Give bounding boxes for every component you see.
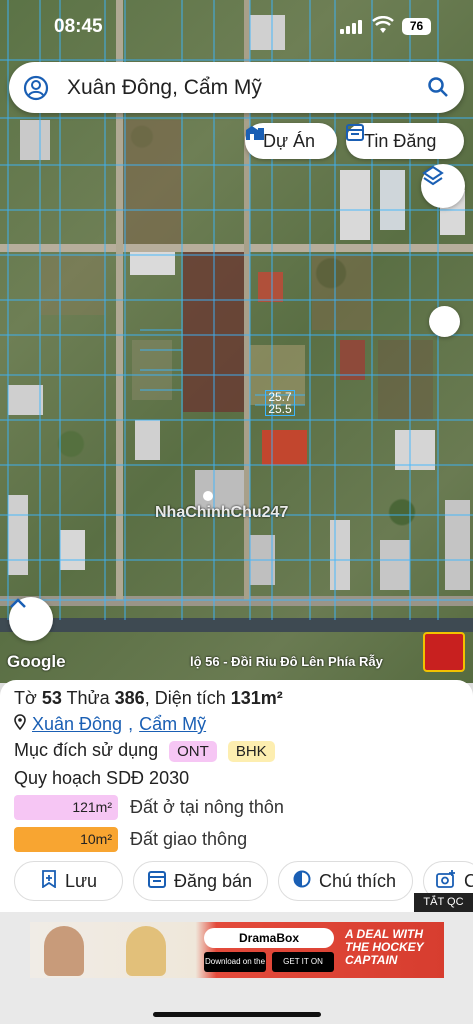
agency-logo[interactable]	[423, 632, 465, 672]
parcel-dimensions: 25.7 25.5	[265, 390, 295, 416]
projects-chip[interactable]: Dự Án	[245, 123, 337, 159]
planning-area-bar: 10m²	[14, 827, 118, 852]
ad-actress-image	[126, 926, 166, 976]
legend-button[interactable]: Chú thích	[278, 861, 413, 901]
dimension-bottom: 25.5	[268, 402, 292, 416]
listings-label: Tin Đăng	[364, 130, 437, 151]
parcel-info-panel: Tờ 53 Thửa 386, Diện tích 131m² Xuân Đôn…	[0, 680, 473, 912]
listings-chip[interactable]: Tin Đăng	[346, 123, 464, 159]
sheet-number: 53	[41, 688, 62, 708]
ad-actor-image	[44, 926, 84, 976]
planning-label: Đất giao thông	[130, 829, 248, 849]
close-ad-button[interactable]: TẮT QC	[414, 893, 473, 912]
land-use-tag-ont: ONT	[169, 741, 217, 762]
road-label: lộ 56 - Đồi Riu Đô Lên Phía Rẫy	[190, 654, 383, 669]
ad-brand: DramaBox	[204, 928, 334, 948]
sheet-label: Tờ	[14, 688, 37, 708]
ad-area: DramaBox Download on the App Store GET I…	[0, 912, 473, 1024]
status-bar: 08:45 76	[0, 0, 473, 56]
planning-heading: Quy hoạch SDĐ 2030	[14, 768, 190, 788]
plot-label: Thửa	[66, 688, 110, 708]
status-time: 08:45	[54, 16, 103, 37]
map-handle-button[interactable]	[429, 306, 460, 337]
land-use-row: Mục đích sử dụng ONT BHK	[14, 740, 275, 762]
google-play-badge[interactable]: GET IT ON Google Play	[272, 952, 334, 978]
location-separator: ,	[128, 714, 134, 734]
ad-banner[interactable]: DramaBox Download on the App Store GET I…	[30, 922, 444, 978]
district-link[interactable]: Cẩm Mỹ	[139, 714, 206, 735]
battery-icon: 76	[402, 18, 431, 35]
expand-panel-button[interactable]	[9, 597, 53, 641]
app-store-badge[interactable]: Download on the App Store	[204, 952, 266, 978]
watermark: NhaChinhChu247	[155, 504, 289, 521]
google-attribution: Google	[7, 652, 66, 671]
satellite-map[interactable]: 08:45 76 Xuân Đông, Cẩm Mỹ Dự Án Tin Đăn…	[0, 0, 473, 683]
parcel-location: Xuân Đông, Cẩm Mỹ	[14, 714, 206, 735]
commune-link[interactable]: Xuân Đông	[32, 714, 122, 735]
projects-label: Dự Án	[263, 130, 316, 151]
planning-row: 10m² Đất giao thông	[14, 827, 247, 852]
search-query[interactable]: Xuân Đông, Cẩm Mỹ	[67, 76, 262, 100]
calendar-icon	[148, 870, 166, 893]
parcel-title: Tờ 53 Thửa 386, Diện tích 131m²	[14, 688, 283, 709]
planning-row: 121m² Đất ở tại nông thôn	[14, 795, 284, 820]
legend-label: Chú thích	[319, 870, 397, 891]
planning-label: Đất ở tại nông thôn	[130, 797, 284, 817]
save-button[interactable]: Lưu	[14, 861, 123, 901]
land-use-tag-bhk: BHK	[227, 741, 275, 762]
planning-area-bar: 121m²	[14, 795, 118, 820]
ad-headline: A DEAL WITH THE HOCKEY CAPTAIN	[345, 927, 424, 967]
post-for-sale-button[interactable]: Đăng bán	[133, 861, 268, 901]
bookmark-add-icon	[41, 869, 57, 893]
area-label: , Diện tích	[144, 688, 226, 708]
search-bar[interactable]: Xuân Đông, Cẩm Mỹ	[9, 62, 464, 113]
contrast-icon	[293, 870, 311, 893]
map-pin-icon	[14, 714, 26, 735]
plot-number: 386	[114, 688, 145, 708]
app-screen: 08:45 76 Xuân Đông, Cẩm Mỹ Dự Án Tin Đăn…	[0, 0, 473, 1024]
home-indicator	[153, 1012, 321, 1017]
photo-label: C	[464, 871, 473, 892]
layers-button[interactable]	[421, 164, 465, 208]
post-label: Đăng bán	[174, 870, 253, 891]
area-value: 131m²	[230, 688, 283, 708]
action-row: Lưu Đăng bán Chú thích C	[14, 861, 473, 901]
add-photo-icon	[436, 869, 456, 893]
cell-signal-icon	[340, 20, 362, 34]
land-use-label: Mục đích sử dụng	[14, 740, 159, 760]
save-label: Lưu	[65, 870, 98, 891]
